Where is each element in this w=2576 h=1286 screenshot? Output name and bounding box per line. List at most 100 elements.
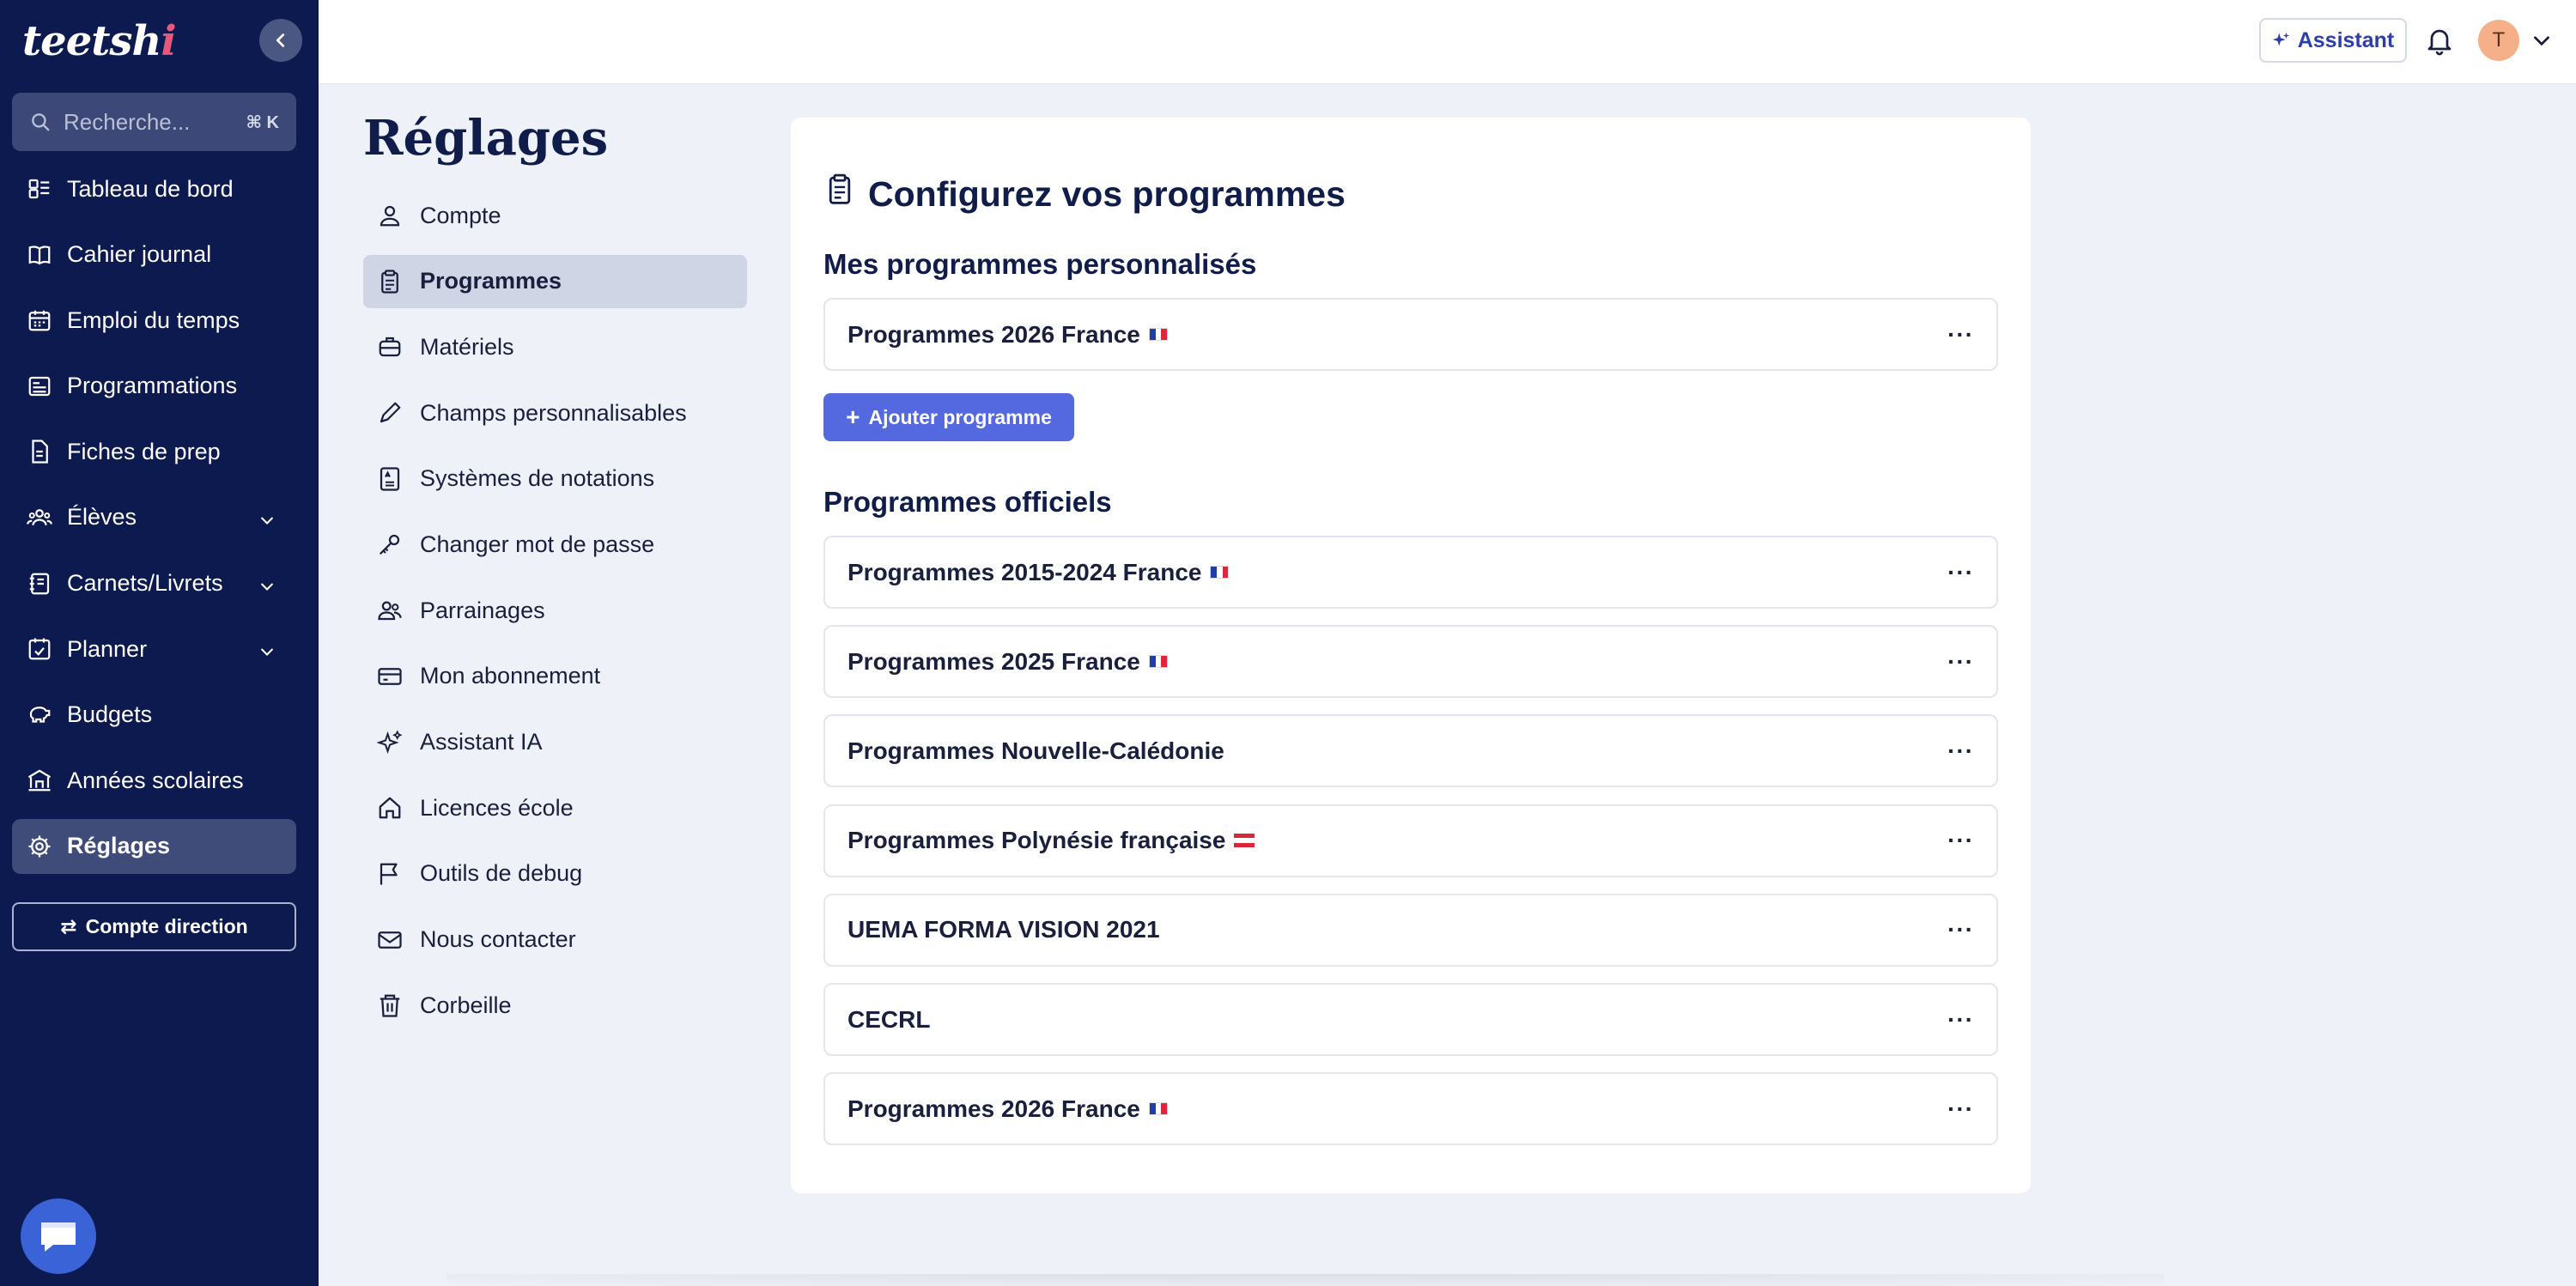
- app-logo[interactable]: teetshi: [22, 17, 177, 65]
- polynesia-flag-icon: [1234, 834, 1255, 848]
- program-name-wrap: Programmes 2015-2024 France: [848, 559, 1947, 586]
- sidebar-item-label: Emploi du temps: [67, 306, 240, 333]
- sidebar-item-tableau-de-bord[interactable]: Tableau de bord: [12, 161, 296, 216]
- program-name-wrap: Programmes Nouvelle-Calédonie: [848, 737, 1947, 765]
- program-name: Programmes Polynésie française: [848, 827, 1226, 854]
- settings-item-label: Champs personnalisables: [420, 399, 687, 426]
- plus-icon: +: [846, 403, 860, 430]
- notebook-icon: [24, 568, 55, 599]
- page-title: Réglages: [363, 110, 609, 167]
- settings-item-licences-ecole[interactable]: Licences école: [363, 781, 747, 834]
- switch-icon: ⇄: [60, 915, 77, 937]
- settings-item-changer-mot-de-passe[interactable]: Changer mot de passe: [363, 518, 747, 571]
- home-icon: [375, 793, 404, 822]
- program-name-wrap: UEMA FORMA VISION 2021: [848, 916, 1947, 943]
- notifications-button[interactable]: [2424, 24, 2455, 63]
- sidebar-item-programmations[interactable]: Programmations: [12, 359, 296, 414]
- pencil-icon: [375, 398, 404, 428]
- sidebar-item-emploi-du-temps[interactable]: Emploi du temps: [12, 293, 296, 348]
- compte-direction-button[interactable]: ⇄ Compte direction: [12, 902, 296, 951]
- program-name-wrap: Programmes 2026 France: [848, 321, 1947, 349]
- more-options-icon[interactable]: ···: [1947, 321, 1974, 349]
- sidebar-item-planner[interactable]: Planner: [12, 622, 296, 676]
- settings-item-nous-contacter[interactable]: Nous contacter: [363, 913, 747, 967]
- more-options-icon[interactable]: ···: [1947, 916, 1974, 943]
- sidebar-item-label: Tableau de bord: [67, 175, 234, 202]
- mail-icon: [375, 925, 404, 955]
- more-options-icon[interactable]: ···: [1947, 648, 1974, 676]
- settings-item-materiels[interactable]: Matériels: [363, 320, 747, 373]
- sidebar: teetshi Recherche... ⌘ K Tableau de bord…: [0, 0, 319, 1286]
- program-name: Programmes 2026 France: [848, 320, 1140, 348]
- france-flag-icon: [1148, 1102, 1168, 1116]
- settings-item-label: Corbeille: [420, 992, 512, 1018]
- chevron-down-icon[interactable]: [257, 575, 277, 602]
- bell-icon: [2427, 29, 2451, 56]
- add-program-button[interactable]: + Ajouter programme: [823, 393, 1074, 441]
- program-name-wrap: CECRL: [848, 1006, 1947, 1034]
- settings-item-corbeille[interactable]: Corbeille: [363, 979, 747, 1032]
- sidebar-item-fiches-de-prep[interactable]: Fiches de prep: [12, 424, 296, 479]
- settings-item-label: Nous contacter: [420, 926, 576, 953]
- more-options-icon[interactable]: ···: [1947, 827, 1974, 854]
- sidebar-item-eleves[interactable]: Élèves: [12, 490, 296, 545]
- program-name-wrap: Programmes Polynésie française: [848, 827, 1947, 854]
- program-row[interactable]: CECRL ···: [823, 983, 1998, 1056]
- program-row[interactable]: UEMA FORMA VISION 2021 ···: [823, 893, 1998, 967]
- program-row[interactable]: Programmes 2026 France ···: [823, 298, 1998, 371]
- program-row[interactable]: Programmes Polynésie française ···: [823, 804, 1998, 877]
- chevron-left-icon: [276, 33, 285, 47]
- more-options-icon[interactable]: ···: [1947, 1006, 1974, 1034]
- planner-icon: [24, 634, 55, 664]
- sparkles-icon: [375, 728, 404, 757]
- settings-item-label: Compte: [420, 202, 501, 228]
- account-menu-toggle[interactable]: [2530, 29, 2553, 56]
- program-name-wrap: Programmes 2025 France: [848, 648, 1947, 676]
- program-name: UEMA FORMA VISION 2021: [848, 916, 1160, 943]
- bottom-shadow: [447, 1274, 2164, 1286]
- briefcase-icon: [375, 332, 404, 361]
- chat-button[interactable]: [21, 1198, 96, 1274]
- settings-item-parrainages[interactable]: Parrainages: [363, 584, 747, 637]
- clipboard-icon: [375, 267, 404, 296]
- sidebar-item-label: Planner: [67, 635, 148, 662]
- search-input[interactable]: Recherche... ⌘ K: [12, 93, 296, 151]
- more-options-icon[interactable]: ···: [1947, 1095, 1974, 1123]
- settings-item-outils-de-debug[interactable]: Outils de debug: [363, 847, 747, 901]
- settings-nav: Compte Programmes Matériels Champs personna…: [363, 189, 747, 1045]
- settings-item-compte[interactable]: Compte: [363, 189, 747, 242]
- search-placeholder: Recherche...: [64, 108, 191, 135]
- settings-item-assistant-ia[interactable]: Assistant IA: [363, 716, 747, 769]
- more-options-icon[interactable]: ···: [1947, 559, 1974, 586]
- users-icon: [24, 502, 55, 533]
- assistant-button[interactable]: Assistant: [2259, 18, 2407, 63]
- settings-item-mon-abonnement[interactable]: Mon abonnement: [363, 650, 747, 703]
- settings-item-programmes[interactable]: Programmes: [363, 254, 747, 308]
- avatar[interactable]: T: [2478, 20, 2519, 61]
- card-title: Configurez vos programmes: [823, 173, 1346, 215]
- piggy-bank-icon: [24, 700, 55, 731]
- settings-item-label: Programmes: [420, 268, 562, 294]
- sidebar-item-carnets-livrets[interactable]: Carnets/Livrets: [12, 556, 296, 611]
- collapse-sidebar-button[interactable]: [259, 19, 302, 62]
- settings-item-systemes-de-notations[interactable]: Systèmes de notations: [363, 452, 747, 506]
- programs-card: Configurez vos programmes Mes programmes…: [791, 118, 2031, 1193]
- settings-item-label: Licences école: [420, 794, 574, 821]
- sidebar-item-budgets[interactable]: Budgets: [12, 688, 296, 743]
- more-options-icon[interactable]: ···: [1947, 737, 1974, 765]
- program-row[interactable]: Programmes 2026 France ···: [823, 1072, 1998, 1146]
- chevron-down-icon[interactable]: [257, 509, 277, 536]
- sidebar-item-reglages[interactable]: Réglages: [12, 818, 296, 874]
- sidebar-item-annees-scolaires[interactable]: Années scolaires: [12, 753, 296, 808]
- settings-item-champs-personnalisables[interactable]: Champs personnalisables: [363, 386, 747, 440]
- credit-card-icon: [375, 662, 404, 691]
- sidebar-item-label: Programmations: [67, 373, 238, 399]
- sidebar-item-cahier-journal[interactable]: Cahier journal: [12, 227, 296, 282]
- user-icon: [375, 201, 404, 230]
- program-row[interactable]: Programmes Nouvelle-Calédonie ···: [823, 714, 1998, 788]
- program-row[interactable]: Programmes 2015-2024 France ···: [823, 536, 1998, 609]
- program-row[interactable]: Programmes 2025 France ···: [823, 625, 1998, 699]
- chevron-down-icon[interactable]: [257, 640, 277, 667]
- clipboard-icon: [823, 173, 856, 215]
- list-icon: [24, 371, 55, 402]
